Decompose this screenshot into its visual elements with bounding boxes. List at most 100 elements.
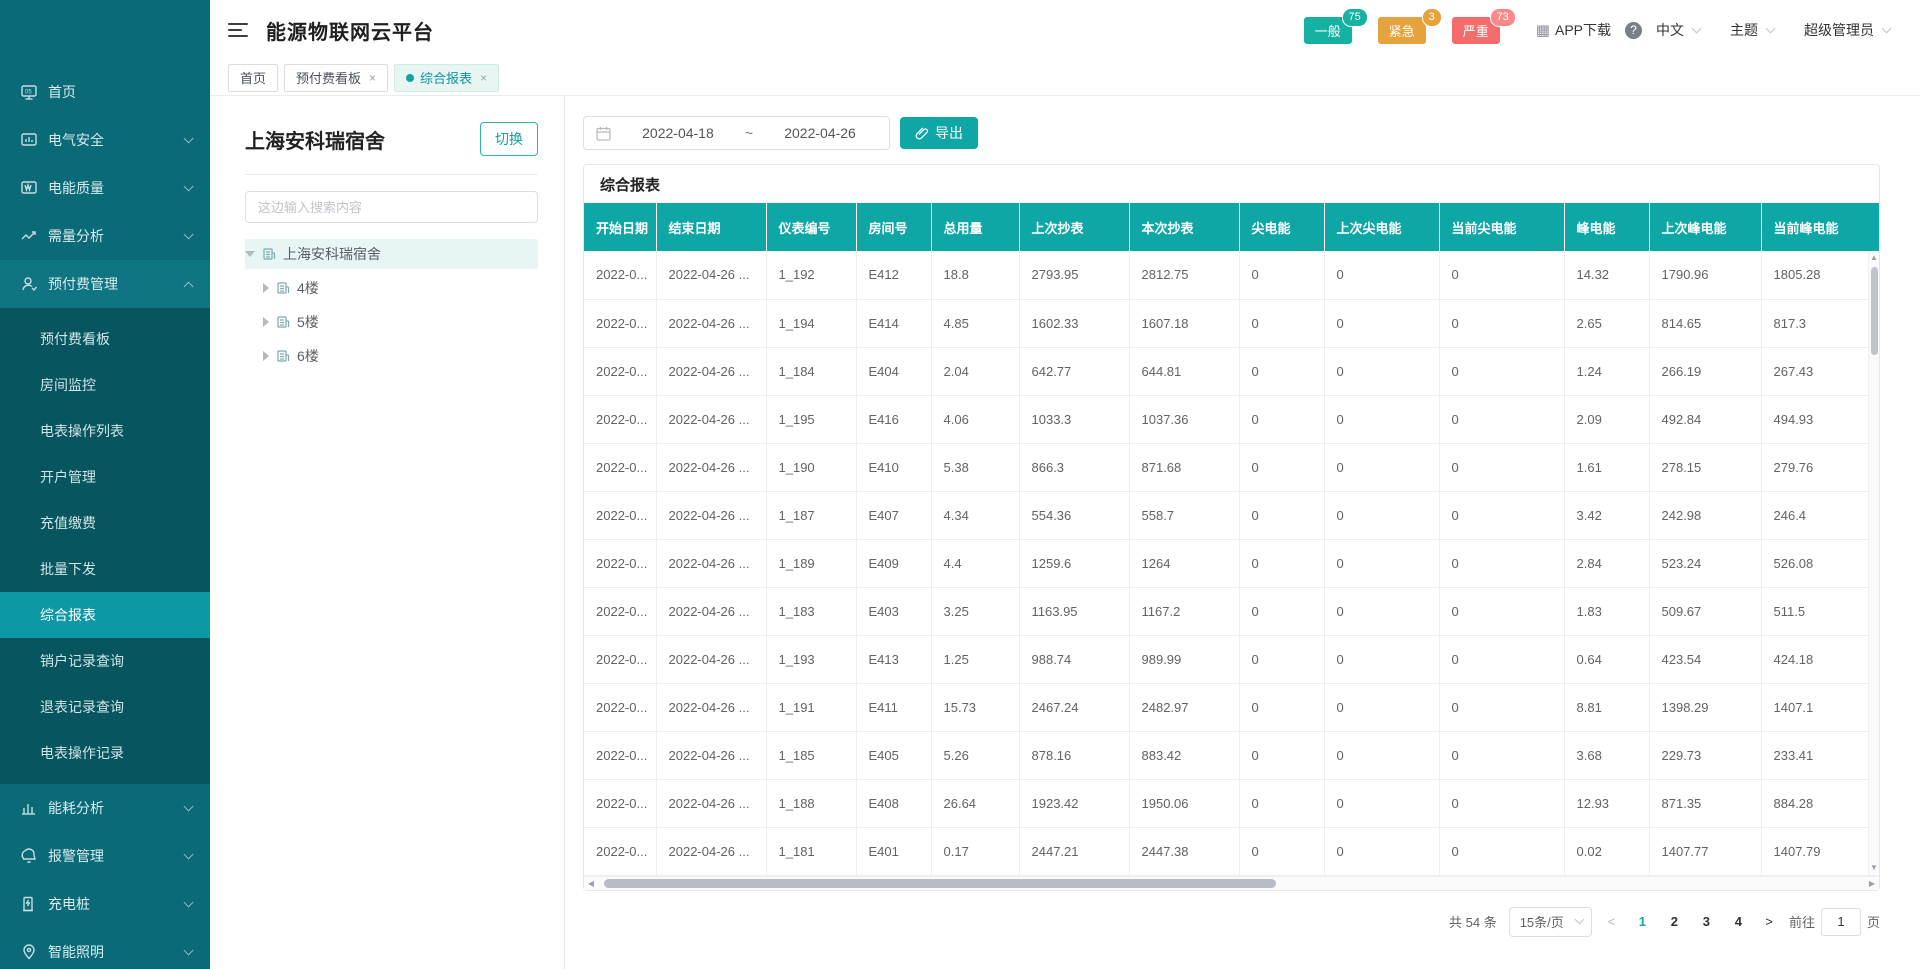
table-cell: 1_181 [766,827,856,875]
date-range-picker[interactable]: 2022-04-18 ~ 2022-04-26 [583,116,890,150]
table-cell: 2022-0... [584,251,656,299]
table-cell: 233.41 [1761,731,1879,779]
site-tree: 上海安科瑞宿舍 4楼 5楼 6楼 [245,239,538,371]
vertical-scrollbar[interactable]: ▲ ▼ [1868,251,1879,875]
sidebar-subitem-0[interactable]: 预付费看板 [0,316,210,362]
alarm-level-button-0[interactable]: 一般75 [1304,17,1352,44]
tab-0[interactable]: 首页 [228,64,278,92]
next-page-button[interactable]: > [1761,914,1777,929]
caret-down-icon[interactable] [245,251,255,257]
scroll-right-icon[interactable]: ▶ [1865,879,1879,888]
table-cell: 0 [1239,251,1324,299]
export-button[interactable]: 导出 [900,117,978,149]
close-tab-icon[interactable]: × [480,71,487,85]
toolbar: 2022-04-18 ~ 2022-04-26 导出 [583,116,1890,150]
chevron-down-icon [1574,915,1584,925]
table-cell: 1950.06 [1129,779,1239,827]
horizontal-scroll-thumb[interactable] [604,879,1276,888]
table-cell: 424.18 [1761,635,1879,683]
building-icon [276,281,290,295]
sidebar-subitem-4[interactable]: 充值缴费 [0,500,210,546]
sidebar-subitem-6[interactable]: 综合报表 [0,592,210,638]
sidebar-subitem-7[interactable]: 销户记录查询 [0,638,210,684]
app-download[interactable]: ▦ APP下载 [1536,20,1611,40]
sidebar-subitem-1[interactable]: 房间监控 [0,362,210,408]
tab-2[interactable]: 综合报表× [394,64,499,92]
page-number-1[interactable]: 1 [1631,914,1653,929]
sidebar-subitem-8[interactable]: 退表记录查询 [0,684,210,730]
scroll-left-icon[interactable]: ◀ [584,879,598,888]
caret-right-icon[interactable] [263,317,269,327]
table-cell: 2.84 [1564,539,1649,587]
table-cell: 0 [1439,731,1564,779]
sidebar-item-label: 预付费管理 [48,274,185,294]
sidebar-subitem-3[interactable]: 开户管理 [0,454,210,500]
caret-right-icon[interactable] [263,351,269,361]
table-row-3: 2022-0...2022-04-26 ...1_195E4164.061033… [584,395,1879,443]
prepaid-icon [20,275,38,293]
table-cell: 988.74 [1019,635,1129,683]
switch-site-button[interactable]: 切换 [480,122,538,156]
sidebar-item-8[interactable]: 智能照明 [0,928,210,969]
sidebar-item-label: 需量分析 [48,226,185,246]
sidebar-item-4[interactable]: 预付费管理 [0,260,210,308]
sidebar-item-6[interactable]: 报警管理 [0,832,210,880]
divider [245,174,538,175]
table-cell: 2022-0... [584,827,656,875]
page-size-select[interactable]: 15条/页 [1509,907,1592,937]
tab-label: 预付费看板 [296,68,361,87]
page-number-2[interactable]: 2 [1663,914,1685,929]
page-number-3[interactable]: 3 [1695,914,1717,929]
tab-1[interactable]: 预付费看板 × [284,64,388,92]
report-table-wrap: 开始日期结束日期仪表编号房间号总用量上次抄表本次抄表尖电能上次尖电能当前尖电能峰… [584,203,1879,876]
qr-code-icon: ▦ [1536,21,1550,39]
column-header: 上次峰电能 [1649,203,1761,251]
tree-search-input[interactable] [245,191,538,223]
sidebar-item-5[interactable]: 能耗分析 [0,784,210,832]
tree-node-child-0[interactable]: 4楼 [245,273,538,303]
table-cell: 1_195 [766,395,856,443]
table-cell: E413 [856,635,931,683]
sidebar-item-2[interactable]: 电能质量 [0,164,210,212]
scroll-up-icon[interactable]: ▲ [1869,251,1879,265]
user-menu[interactable]: 超级管理员 [1804,20,1890,40]
tree-node-label: 4楼 [297,278,319,298]
sidebar-item-0[interactable]: 05首页 [0,68,210,116]
table-row-11: 2022-0...2022-04-26 ...1_188E40826.64192… [584,779,1879,827]
goto-page-input[interactable] [1821,908,1861,936]
help-icon[interactable]: ? [1625,22,1642,39]
table-cell: 2022-04-26 ... [656,731,766,779]
scroll-down-icon[interactable]: ▼ [1869,861,1879,875]
language-select[interactable]: 中文 [1656,20,1700,40]
sidebar-item-label: 智能照明 [48,942,185,962]
prev-page-button[interactable]: < [1604,914,1620,929]
table-row-5: 2022-0...2022-04-26 ...1_187E4074.34554.… [584,491,1879,539]
chevron-down-icon [1766,24,1776,34]
horizontal-scroll-track[interactable] [598,877,1865,890]
table-row-4: 2022-0...2022-04-26 ...1_190E4105.38866.… [584,443,1879,491]
table-cell: 0 [1324,587,1439,635]
tree-node-root[interactable]: 上海安科瑞宿舍 [245,239,538,269]
sidebar-subitem-9[interactable]: 电表操作记录 [0,730,210,776]
vertical-scroll-thumb[interactable] [1871,267,1878,355]
horizontal-scrollbar[interactable]: ◀ ▶ [584,876,1879,890]
collapse-menu-icon[interactable] [228,23,248,37]
alarm-level-button-2[interactable]: 严重73 [1452,17,1500,44]
close-tab-icon[interactable]: × [369,71,376,85]
sidebar-item-1[interactable]: 电气安全 [0,116,210,164]
alarm-level-button-1[interactable]: 紧急3 [1378,17,1426,44]
sidebar-item-3[interactable]: 需量分析 [0,212,210,260]
sidebar-subitem-2[interactable]: 电表操作列表 [0,408,210,454]
page-number-4[interactable]: 4 [1727,914,1749,929]
table-cell: 814.65 [1649,299,1761,347]
tree-node-child-1[interactable]: 5楼 [245,307,538,337]
table-cell: 2812.75 [1129,251,1239,299]
table-cell: 2022-0... [584,587,656,635]
language-label: 中文 [1656,20,1684,40]
sidebar-subitem-5[interactable]: 批量下发 [0,546,210,592]
tree-node-child-2[interactable]: 6楼 [245,341,538,371]
caret-right-icon[interactable] [263,283,269,293]
theme-select[interactable]: 主题 [1730,20,1774,40]
sidebar-item-7[interactable]: 充电桩 [0,880,210,928]
table-cell: 1_185 [766,731,856,779]
